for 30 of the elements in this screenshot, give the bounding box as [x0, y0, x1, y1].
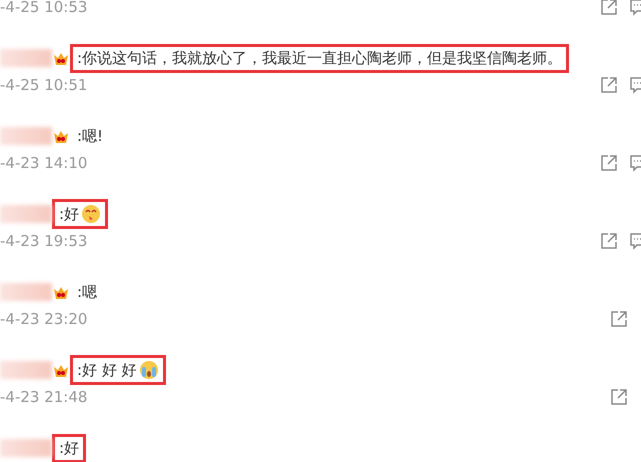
timestamp: -4-25 10:53	[0, 0, 88, 16]
comment-text: :你说这句话，我就放心了，我最近一直担心陶老师，但是我坚信陶老师。	[77, 48, 562, 68]
share-icon[interactable]	[610, 388, 628, 406]
share-icon[interactable]	[600, 0, 618, 16]
redacted-name	[0, 49, 52, 67]
timestamp: -4-25 10:51	[0, 76, 88, 94]
share-icon[interactable]	[600, 154, 618, 172]
redacted-name	[0, 439, 52, 457]
crying-emoji-icon	[138, 360, 159, 380]
kiss-emoji-icon	[81, 204, 102, 224]
redacted-name	[0, 283, 52, 301]
comment-icon[interactable]	[630, 154, 641, 172]
share-icon[interactable]	[600, 76, 618, 94]
share-icon[interactable]	[610, 310, 628, 328]
comment-text: :嗯!	[77, 126, 104, 146]
timestamp: -4-23 21:48	[0, 388, 88, 406]
timestamp: -4-23 23:20	[0, 310, 88, 328]
comment-text: :嗯	[77, 282, 98, 302]
comment-icon[interactable]	[630, 232, 641, 250]
comment-icon[interactable]	[630, 76, 641, 94]
comment-text: :好	[59, 204, 80, 224]
share-icon[interactable]	[600, 232, 618, 250]
redacted-name	[0, 127, 52, 145]
redacted-name	[0, 361, 52, 379]
timestamp: -4-23 19:53	[0, 232, 88, 250]
comment-icon[interactable]	[630, 0, 641, 16]
redacted-name	[0, 205, 52, 223]
comment-text: :好	[59, 438, 80, 458]
comment-text: :好 好 好	[77, 360, 137, 380]
timestamp: -4-23 14:10	[0, 154, 88, 172]
